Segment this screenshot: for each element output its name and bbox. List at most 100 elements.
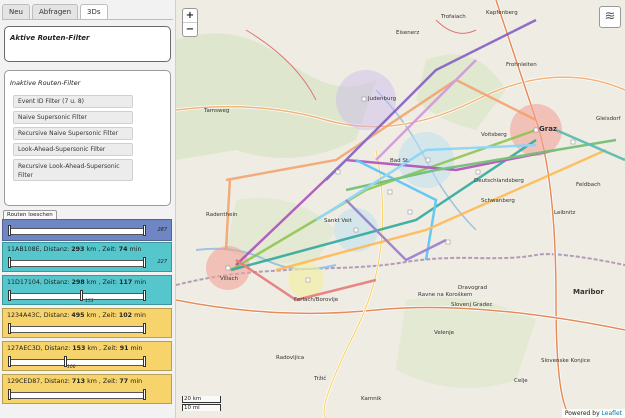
zoom-in-button[interactable]: + <box>183 9 197 23</box>
slider-handle-end[interactable] <box>143 323 146 334</box>
distance-value: 153 <box>72 345 86 352</box>
time-value: 74 <box>118 246 128 253</box>
time-unit: min <box>134 279 147 286</box>
inactive-filters-title: Inaktive Routen-Filter <box>10 79 81 87</box>
slider-handle-end[interactable] <box>143 290 146 301</box>
slider-handle-end[interactable] <box>143 356 146 367</box>
filter-recursive-look-ahead-supersonic[interactable]: Recursive Look-Ahead-Supersonic Filter <box>13 159 133 181</box>
slider-handle-start[interactable] <box>8 356 11 367</box>
map-view[interactable]: Trofaiach Kapfenberg Eisenerz Frohnleite… <box>176 0 625 418</box>
time-unit: min <box>129 246 142 253</box>
route-label: 11AB108E, Distanz: 293 km , Zeit: 74 min <box>7 246 142 253</box>
time-range-slider[interactable] <box>8 389 146 400</box>
scale-bar: 20 km 10 mi <box>182 396 221 412</box>
place-label: Leibnitz <box>554 210 576 216</box>
route-card[interactable]: 129CED87, Distanz: 713 km , Zeit: 77 min <box>2 374 172 404</box>
place-label: Sankt Veit <box>324 218 352 224</box>
route-label: 11D17104, Distanz: 298 km , Zeit: 117 mi… <box>7 279 147 286</box>
place-label: Schwanberg <box>481 198 515 204</box>
active-filters-dropzone[interactable]: Aktive Routen-Filter <box>4 26 171 62</box>
slider-handle-start[interactable] <box>8 389 11 400</box>
slider-mid-value: 153 <box>85 299 94 304</box>
route-id: 127AEC3D <box>7 345 41 352</box>
route-id: 11D17104 <box>7 279 40 286</box>
place-label: Celje <box>514 378 528 384</box>
time-value: 77 <box>119 378 129 385</box>
place-label: Voitsberg <box>481 132 507 138</box>
tab-bar: Neu Abfragen 3Ds <box>2 4 110 19</box>
distance-label: Distanz: <box>44 378 70 385</box>
slider-handle-mid[interactable] <box>79 290 83 301</box>
map-attribution: Powered by Leaflet <box>561 409 625 418</box>
leaflet-link[interactable]: Leaflet <box>602 410 622 417</box>
route-label: 127AEC3D, Distanz: 153 km , Zeit: 91 min <box>7 345 143 352</box>
place-label: Kamnik <box>361 396 382 402</box>
route-card[interactable]: 127AEC3D, Distanz: 153 km , Zeit: 91 min… <box>2 341 172 371</box>
place-label: Tržič <box>314 376 327 382</box>
place-label-graz: Graz <box>539 125 557 133</box>
tab-3ds[interactable]: 3Ds <box>80 4 108 19</box>
time-range-slider[interactable] <box>8 225 146 236</box>
time-label: Zeit: <box>102 378 118 385</box>
time-unit: min <box>130 378 143 385</box>
distance-value: 495 <box>71 312 85 319</box>
tab-abfragen[interactable]: Abfragen <box>31 4 79 19</box>
place-label: Tamsweg <box>204 108 230 114</box>
map-canvas[interactable] <box>176 0 625 418</box>
place-label: Velenje <box>434 330 455 336</box>
time-unit: min <box>134 312 146 319</box>
filter-look-ahead-supersonic[interactable]: Look-Ahead-Supersonic Filter <box>13 143 133 156</box>
time-value: 91 <box>119 345 129 352</box>
scale-mi: 10 mi <box>182 404 221 411</box>
slider-handle-end[interactable] <box>143 389 146 400</box>
distance-value: 293 <box>71 246 85 253</box>
filter-event-id[interactable]: Event ID Filter (7 u. 8) <box>13 95 133 108</box>
time-range-slider[interactable] <box>8 290 146 301</box>
route-card[interactable]: 287 <box>2 219 172 241</box>
slider-handle-start[interactable] <box>8 290 11 301</box>
time-label: Zeit: <box>102 312 117 319</box>
route-card[interactable]: 11AB108E, Distanz: 293 km , Zeit: 74 min… <box>2 242 172 272</box>
place-label: Deutschlandsberg <box>474 178 524 184</box>
slider-handle-end[interactable] <box>143 225 146 236</box>
filter-recursive-naive-supersonic[interactable]: Recursive Naive Supersonic Filter <box>13 127 133 140</box>
slider-handle-start[interactable] <box>8 323 11 334</box>
distance-label: Distanz: <box>43 246 70 253</box>
place-label: Villach <box>220 276 239 282</box>
place-label: Radovljica <box>276 355 305 361</box>
layers-icon[interactable]: ≋ <box>599 6 621 28</box>
time-label: Zeit: <box>102 246 117 253</box>
zoom-out-button[interactable]: − <box>183 23 197 36</box>
place-label: Slovenj Gradec <box>451 302 493 308</box>
place-label: Trofaiach <box>441 14 466 20</box>
place-label: Feldbach <box>576 182 601 188</box>
route-id: 11AB108E <box>7 246 40 253</box>
route-id: 1234A43C <box>7 312 40 319</box>
route-card[interactable]: 11D17104, Distanz: 298 km , Zeit: 117 mi… <box>2 275 172 305</box>
time-label: Zeit: <box>102 279 118 286</box>
place-label: Bad St. <box>390 158 410 164</box>
filter-naive-supersonic[interactable]: Naive Supersonic Filter <box>13 111 133 124</box>
place-label: Ravne na Koroškem <box>418 292 473 298</box>
place-label: Judenburg <box>368 96 397 102</box>
slider-handle-start[interactable] <box>8 225 11 236</box>
time-range-slider[interactable] <box>8 323 146 334</box>
attribution-prefix: Powered by <box>564 410 600 417</box>
route-label: 1234A43C, Distanz: 495 km , Zeit: 102 mi… <box>7 312 146 319</box>
place-label: Kapfenberg <box>486 10 518 16</box>
place-label: Radenthein <box>206 212 238 218</box>
scale-km: 20 km <box>182 396 221 403</box>
time-range-slider[interactable] <box>8 356 146 367</box>
place-label-maribor: Maribor <box>573 288 604 296</box>
route-card[interactable]: 1234A43C, Distanz: 495 km , Zeit: 102 mi… <box>2 308 172 338</box>
zoom-control: + − <box>182 8 198 37</box>
place-label: Eisenerz <box>396 30 420 36</box>
place-label: Frohnleiten <box>506 62 537 68</box>
distance-label: Distanz: <box>44 345 71 352</box>
slider-handle-end[interactable] <box>143 257 146 268</box>
time-range-slider[interactable] <box>8 257 146 268</box>
active-filters-title: Aktive Routen-Filter <box>10 34 90 42</box>
place-label: Dravograd <box>458 285 488 291</box>
tab-neu[interactable]: Neu <box>2 4 30 19</box>
slider-handle-start[interactable] <box>8 257 11 268</box>
